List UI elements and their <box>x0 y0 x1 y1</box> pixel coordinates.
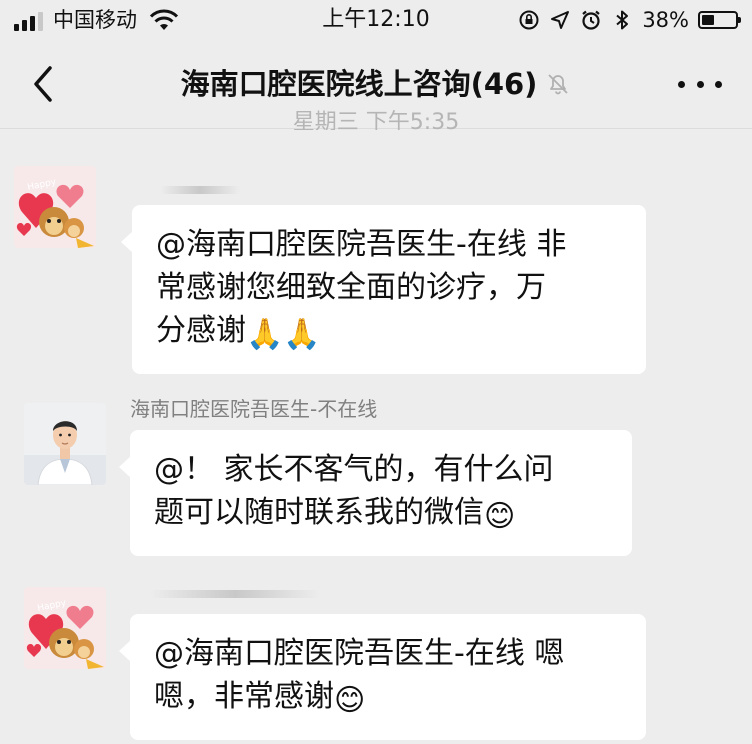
folded-hands-emoji: 🙏 <box>283 317 321 352</box>
message-text-line: @海南口腔医院吾医生-在线 嗯 <box>154 636 565 671</box>
message-text: 题可以随时联系我的微信 <box>154 495 484 530</box>
more-dot-icon <box>715 80 722 88</box>
more-dot-icon <box>696 80 704 88</box>
location-icon <box>551 11 570 29</box>
folded-hands-emoji: 🙏 <box>246 317 284 352</box>
chat-title: 海南口腔医院线上咨询(46) <box>180 67 538 101</box>
message-text-line: 嗯，非常感谢😊 <box>154 675 624 722</box>
message-timestamp: 星期三 下午5:35 <box>292 110 460 130</box>
sender-name-obscured <box>150 590 320 598</box>
back-button[interactable] <box>24 62 64 106</box>
message-bubble[interactable]: @！ 家长不客气的，有什么问 题可以随时联系我的微信😊 <box>119 430 632 556</box>
avatar[interactable]: Happy <box>24 587 106 669</box>
battery-icon <box>698 11 741 29</box>
message-bubble[interactable]: @海南口腔医院吾医生-在线 非 常感谢您细致全面的诊疗，万 分感谢🙏🙏 <box>121 205 646 374</box>
avatar[interactable] <box>24 403 106 485</box>
message-text: 分感谢 <box>156 313 246 348</box>
message-text-line: 常感谢您细致全面的诊疗，万 <box>156 270 546 305</box>
message-text-line: @！ 家长不客气的，有什么问 <box>154 452 554 487</box>
smiling-face-emoji: 😊 <box>484 499 516 534</box>
message-bubble[interactable]: @海南口腔医院吾医生-在线 嗯 嗯，非常感谢😊 <box>119 614 646 740</box>
more-options-button[interactable] <box>678 70 722 98</box>
message-text-line: @海南口腔医院吾医生-在线 非 <box>156 227 567 262</box>
message-text: 嗯，非常感谢 <box>154 679 334 714</box>
status-bar: 中国移动 上午12:10 38% <box>0 0 752 40</box>
message-text-line: 题可以随时联系我的微信😊 <box>154 491 610 538</box>
message-text-line: 分感谢🙏🙏 <box>156 309 624 356</box>
more-dot-icon <box>678 80 685 88</box>
alarm-icon <box>582 10 601 30</box>
chat-title-group: 海南口腔医院线上咨询(46) <box>100 62 652 106</box>
mute-notifications-icon <box>548 74 569 95</box>
rotation-lock-icon <box>519 10 539 30</box>
sender-name-obscured <box>160 186 240 194</box>
sender-name: 海南口腔医院吾医生-不在线 <box>130 397 378 421</box>
chevron-left-icon <box>34 66 52 102</box>
smiling-face-emoji: 😊 <box>334 683 366 718</box>
bluetooth-icon <box>616 10 629 30</box>
avatar[interactable]: Happy <box>14 166 96 248</box>
battery-percent: 38% <box>642 8 689 32</box>
status-right: 38% <box>518 5 741 35</box>
